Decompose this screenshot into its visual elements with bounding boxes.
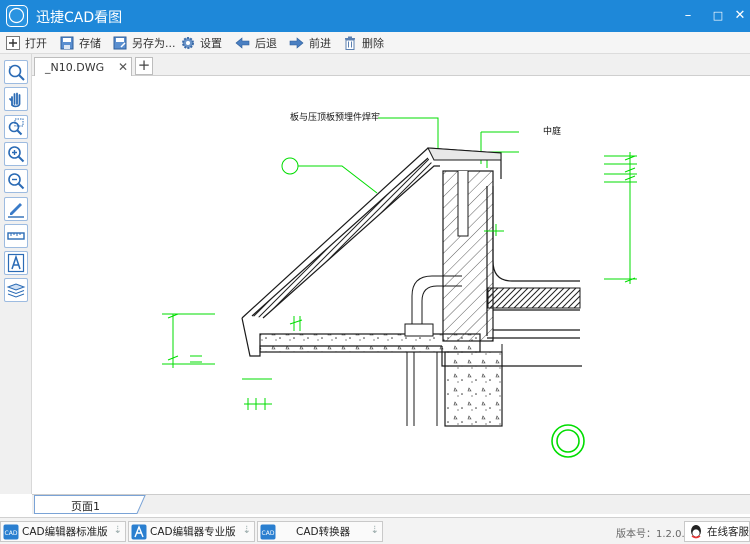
layout-tab-label: 页面1 (71, 500, 100, 513)
save-as-icon (113, 36, 127, 50)
zoom-window-icon (8, 64, 25, 81)
document-tab-bar: _N10.DWG ✕ + (32, 54, 750, 76)
measure-icon (7, 232, 25, 240)
toolbar: 打开 存储 另存为... 设置 后退 前进 删除 (0, 32, 750, 54)
online-service-label: 在线客服 (707, 526, 749, 538)
settings-button[interactable]: 设置 (181, 34, 222, 52)
cad-converter-icon-text: CAD (262, 530, 275, 537)
version-label: 版本号：1.2.0.0 (616, 529, 691, 540)
section-marker (551, 424, 585, 458)
qq-icon (691, 524, 701, 538)
title-bar: 迅捷CAD看图 – □ ✕ (0, 0, 750, 32)
layout-tab[interactable]: 页面1 (34, 495, 146, 514)
close-tab-icon[interactable]: ✕ (118, 60, 128, 74)
product-label: CAD转换器 (296, 526, 351, 538)
document-tab-label: _N10.DWG (45, 61, 105, 74)
forward-label: 前进 (309, 37, 331, 50)
text-icon (7, 253, 25, 273)
trash-icon (345, 36, 355, 50)
zoom-extents-icon (8, 118, 24, 136)
zoom-extents-button[interactable] (4, 115, 28, 139)
lower-wall (444, 351, 503, 427)
maximize-button[interactable]: □ (708, 6, 728, 26)
save-label: 存储 (79, 37, 101, 50)
back-button[interactable]: 后退 (235, 34, 277, 52)
open-label: 打开 (25, 37, 47, 50)
online-service-button[interactable]: 在线客服 (684, 521, 750, 542)
plus-icon (6, 36, 20, 50)
floor-slab (259, 333, 481, 353)
product-label: CAD编辑器专业版 (150, 526, 236, 538)
zoom-out-button[interactable] (4, 169, 28, 193)
download-icon[interactable]: ⇣ (243, 525, 251, 536)
open-button[interactable]: 打开 (6, 34, 47, 52)
forward-button[interactable]: 前进 (289, 34, 331, 52)
layout-tab-bar: 页面1 (32, 494, 750, 514)
drawing-canvas[interactable]: 板与压顶板预埋件焊牢 中庭 (32, 76, 750, 494)
cad-converter-icon: CAD (260, 524, 276, 539)
delete-label: 删除 (362, 37, 384, 50)
save-icon (60, 36, 74, 50)
layers-icon (6, 283, 26, 298)
close-button[interactable]: ✕ (730, 6, 750, 26)
annotation-main: 板与压顶板预埋件焊牢 (290, 111, 380, 123)
layers-button[interactable] (4, 278, 28, 302)
annotation-right: 中庭 (543, 125, 561, 137)
zoom-out-icon (8, 173, 25, 190)
measure-button[interactable] (4, 224, 28, 248)
product-label: CAD编辑器标准版 (22, 526, 108, 538)
product-editor-standard[interactable]: CAD CAD编辑器标准版 ⇣ (0, 521, 126, 542)
pan-button[interactable] (4, 87, 28, 111)
tool-palette (0, 54, 32, 494)
pan-hand-icon (9, 92, 21, 108)
save-button[interactable]: 存储 (60, 34, 101, 52)
cad-drawing: 板与压顶板预埋件焊牢 中庭 (162, 111, 637, 458)
zoom-in-button[interactable] (4, 142, 28, 166)
new-tab-button[interactable]: + (135, 57, 153, 75)
minimize-button[interactable]: – (678, 6, 698, 26)
arrow-forward-icon (289, 37, 304, 49)
parapet-insulation (252, 158, 434, 318)
bottom-bar: CAD CAD编辑器标准版 ⇣ CAD编辑器专业版 ⇣ CAD CAD转换器 ⇣… (0, 517, 750, 544)
cad-editor-icon-text: CAD (5, 530, 18, 537)
product-converter[interactable]: CAD CAD转换器 ⇣ (257, 521, 383, 542)
download-icon[interactable]: ⇣ (114, 525, 122, 536)
delete-button[interactable]: 删除 (343, 34, 384, 52)
download-icon[interactable]: ⇣ (371, 525, 379, 536)
zoom-in-icon (8, 146, 25, 163)
back-label: 后退 (255, 37, 277, 50)
settings-label: 设置 (200, 37, 222, 50)
product-editor-pro[interactable]: CAD编辑器专业版 ⇣ (128, 521, 255, 542)
coping-cap (427, 147, 502, 161)
text-button[interactable] (4, 251, 28, 275)
pen-button[interactable] (4, 197, 28, 221)
cad-editor-icon: CAD (3, 524, 19, 539)
insulation-layer (487, 287, 581, 309)
save-as-label: 另存为... (132, 37, 176, 50)
roof-layers (486, 186, 580, 339)
gear-icon (182, 37, 194, 49)
arrow-back-icon (235, 37, 250, 49)
document-tab[interactable]: _N10.DWG ✕ (34, 57, 132, 76)
zoom-window-button[interactable] (4, 60, 28, 84)
save-as-button[interactable]: 另存为... (113, 34, 176, 52)
cad-editor-pro-icon (131, 524, 147, 539)
app-logo (6, 5, 28, 27)
pen-icon (8, 203, 24, 218)
app-title: 迅捷CAD看图 (36, 10, 123, 26)
